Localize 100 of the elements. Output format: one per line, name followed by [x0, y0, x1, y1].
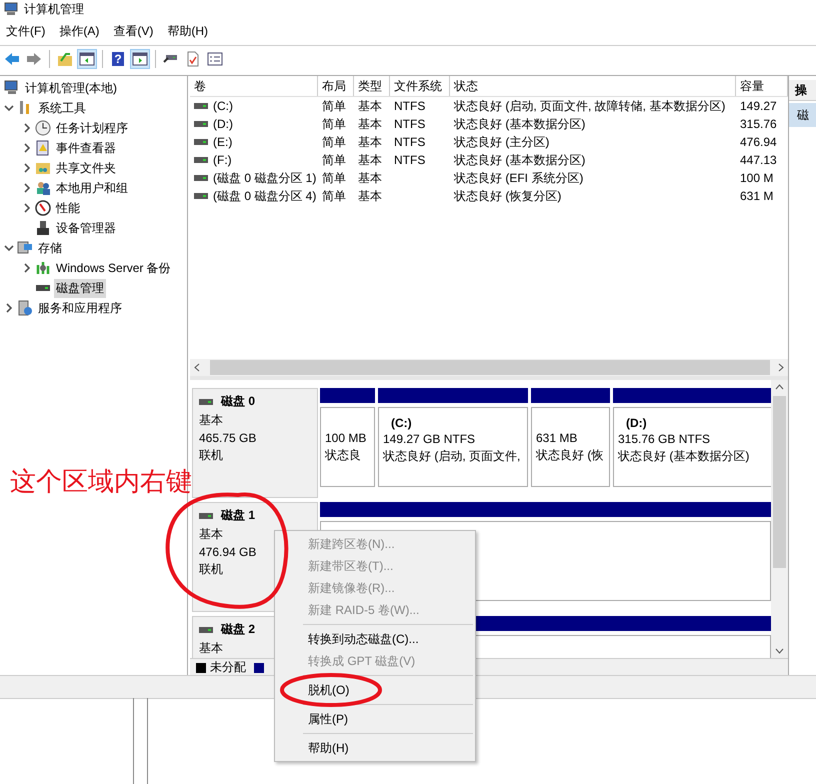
partition-status: 状态良 [325, 447, 362, 464]
column-header[interactable]: 文件系统 [390, 76, 450, 96]
table-cell: 基本 [358, 152, 382, 168]
table-cell: 447.13 [740, 153, 777, 167]
context-menu-item[interactable]: 属性(P) [275, 708, 475, 730]
scroll-down-icon[interactable] [775, 648, 784, 654]
tree-item[interactable]: 事件查看器 [54, 138, 118, 158]
chevron-right-icon[interactable] [22, 163, 32, 173]
services-icon [17, 300, 33, 316]
connector-icon [163, 54, 179, 64]
table-cell: 631 M [740, 189, 774, 203]
gauge-icon [35, 200, 51, 216]
table-cell: 状态良好 (EFI 系统分区) [454, 170, 584, 186]
partition-box[interactable]: 631 MB 状态良好 (恢 [531, 407, 610, 487]
clock-icon [35, 120, 51, 136]
table-cell: 简单 [322, 152, 346, 168]
partition-size: 149.27 GB NTFS [383, 432, 476, 446]
context-menu-item[interactable]: 帮助(H) [275, 737, 475, 759]
column-header[interactable]: 状态 [450, 76, 736, 96]
table-cell: 基本 [358, 116, 382, 132]
partition-label: (D:) [625, 416, 648, 430]
table-cell: NTFS [394, 135, 426, 149]
action-item[interactable]: 磁 [789, 103, 816, 127]
chevron-down-icon[interactable] [4, 103, 14, 113]
column-header[interactable]: 卷 [190, 76, 318, 96]
chevron-right-icon[interactable] [4, 303, 14, 313]
column-header[interactable]: 类型 [354, 76, 390, 96]
table-cell: 状态良好 (基本数据分区) [454, 152, 586, 168]
users-icon [35, 180, 51, 196]
menu-item[interactable]: 帮助(H) [167, 23, 208, 40]
toolbar-button[interactable] [130, 48, 150, 68]
table-cell: (D:) [213, 117, 233, 131]
back-arrow-icon [4, 50, 20, 66]
table-cell: NTFS [394, 153, 426, 167]
context-menu-item[interactable]: 转换到动态磁盘(C)... [275, 628, 475, 650]
table-cell: (E:) [213, 135, 232, 149]
column-header[interactable]: 容量 [736, 76, 788, 96]
drive-icon [194, 193, 208, 199]
tree-item[interactable]: 存储 [36, 238, 64, 258]
partition-size: 631 MB [536, 431, 578, 445]
scrollbar-thumb[interactable] [773, 396, 786, 568]
drive-icon [194, 121, 208, 127]
chevron-right-icon[interactable] [22, 263, 32, 273]
partition-size: 315.76 GB NTFS [618, 432, 712, 446]
actions-header: 操 [789, 80, 816, 101]
shared-folder-icon [35, 160, 51, 176]
menu-item[interactable]: 查看(V) [113, 23, 154, 40]
table-cell: 简单 [322, 134, 346, 150]
tree-item[interactable]: 计算机管理(本地) [23, 78, 119, 98]
scroll-right-icon[interactable] [778, 363, 784, 372]
scroll-up-icon[interactable] [775, 384, 784, 390]
partition-status: 状态良好 (恢 [536, 447, 604, 464]
chevron-down-icon[interactable] [4, 243, 14, 253]
tree-item[interactable]: 性能 [54, 198, 82, 218]
chevron-right-icon[interactable] [22, 123, 32, 133]
column-header[interactable]: 布局 [318, 76, 354, 96]
table-cell: 状态良好 (主分区) [454, 134, 550, 150]
context-menu-item[interactable]: 脱机(O) [275, 679, 475, 701]
tree-item[interactable]: 磁盘管理 [54, 278, 106, 298]
partition-status: 状态良好 (启动, 页面文件, [383, 448, 522, 465]
tree-item[interactable]: 任务计划程序 [54, 118, 130, 138]
disk-detail: 联机 [199, 561, 224, 578]
scroll-left-icon[interactable] [194, 363, 200, 372]
folder-arrow-icon [57, 50, 73, 66]
table-cell: (C:) [213, 99, 233, 113]
chevron-right-icon[interactable] [22, 143, 32, 153]
disk-info-panel[interactable]: 磁盘 0 基本 465.75 GB 联机 [192, 388, 318, 498]
tree-item[interactable]: 设备管理器 [54, 218, 118, 238]
tree-item[interactable]: 共享文件夹 [54, 158, 118, 178]
drive-icon [35, 284, 51, 292]
table-cell: 基本 [358, 134, 382, 150]
toolbar-button[interactable] [77, 48, 97, 68]
tree-item[interactable]: 服务和应用程序 [36, 298, 124, 318]
table-cell: 简单 [322, 170, 346, 186]
table-cell: (磁盘 0 磁盘分区 4) [213, 188, 316, 204]
partition-box[interactable]: (C:) 149.27 GB NTFS 状态良好 (启动, 页面文件, [378, 407, 528, 487]
disk-detail: 基本 [199, 412, 224, 429]
table-cell: 315.76 [740, 117, 777, 131]
tree-item[interactable]: 本地用户和组 [54, 178, 130, 198]
table-cell: 476.94 [740, 135, 777, 149]
chevron-right-icon[interactable] [22, 183, 32, 193]
computer-icon [4, 2, 18, 16]
menu-item[interactable]: 文件(F) [6, 23, 46, 40]
storage-icon [17, 240, 33, 256]
table-cell: (F:) [213, 153, 232, 167]
drive-icon [194, 139, 208, 145]
tree-item[interactable]: Windows Server 备份 [54, 258, 173, 278]
log-warning-icon [35, 140, 51, 156]
disk-name: 磁盘 1 [221, 507, 256, 524]
partition-box[interactable]: 100 MB 状态良 [320, 407, 375, 487]
menu-item[interactable]: 操作(A) [59, 23, 100, 40]
chevron-right-icon[interactable] [22, 203, 32, 213]
table-cell: 100 M [740, 171, 774, 185]
table-cell: 简单 [322, 188, 346, 204]
table-cell: 基本 [358, 98, 382, 114]
disk-name: 磁盘 0 [221, 393, 256, 410]
table-cell: 基本 [358, 170, 382, 186]
tree-item[interactable]: 系统工具 [36, 98, 88, 118]
disk-detail: 联机 [199, 447, 224, 464]
scrollbar-thumb[interactable] [210, 360, 770, 375]
